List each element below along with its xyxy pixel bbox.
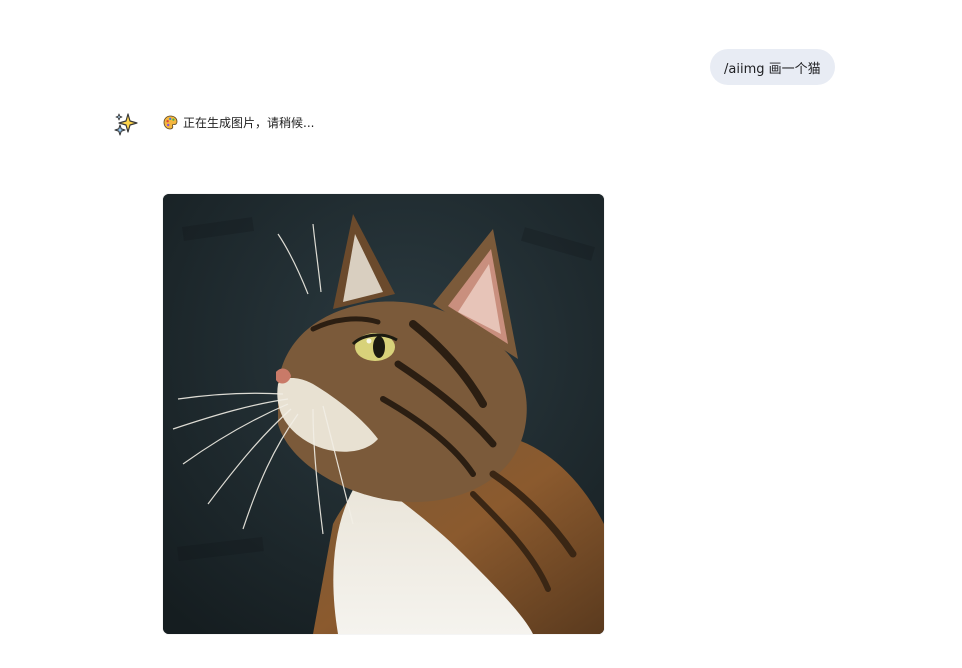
sparkles-icon [113, 111, 139, 137]
user-message-text: /aiimg 画一个猫 [724, 61, 821, 77]
assistant-status: 正在生成图片，请稍候... [163, 114, 314, 131]
artist-palette-icon [163, 115, 178, 130]
chat-thread: /aiimg 画一个猫 正在生成图片，请稍候... [0, 0, 962, 668]
generated-cat-image[interactable] [163, 194, 604, 634]
tabby-cat-painting-icon [163, 194, 604, 634]
status-text: 正在生成图片，请稍候... [183, 116, 315, 130]
user-message-bubble: /aiimg 画一个猫 [710, 49, 835, 85]
